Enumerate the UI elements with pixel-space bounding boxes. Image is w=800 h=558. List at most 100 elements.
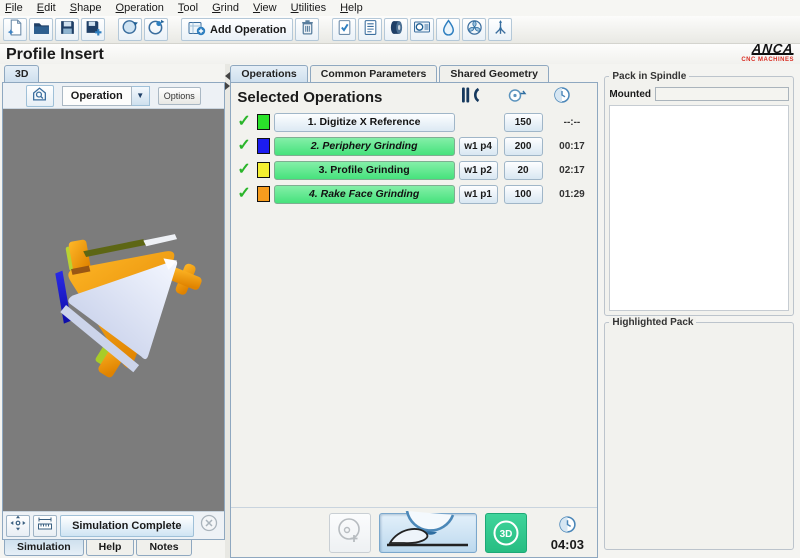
3d-viewport[interactable]	[3, 109, 224, 511]
anca-logo: ANCA CNC MACHINES	[741, 44, 794, 65]
operation-name-button[interactable]: 1. Digitize X Reference	[274, 113, 455, 132]
view-mode-combo[interactable]: Operation ▼	[62, 86, 150, 106]
wheel-side-button[interactable]	[384, 18, 408, 41]
coolant-button[interactable]	[436, 18, 460, 41]
save-as-icon	[85, 19, 102, 41]
3d-view-label: 3D	[500, 529, 513, 540]
operation-color-swatch[interactable]	[257, 186, 270, 202]
open-tool-icon	[33, 19, 50, 41]
options-button[interactable]: Options	[158, 87, 201, 105]
operation-enabled-check[interactable]: ✓	[237, 162, 253, 178]
simulation-progress: Simulation Complete	[60, 515, 194, 537]
ruler-icon	[37, 515, 53, 536]
notes-button[interactable]	[358, 18, 382, 41]
selected-operations-heading: Selected Operations	[237, 89, 461, 106]
pack-in-spindle-title: Pack in Spindle	[609, 71, 689, 82]
measure-button[interactable]	[33, 515, 57, 537]
operation-name-button[interactable]: 3. Profile Grinding	[274, 161, 455, 180]
brand-tagline: CNC MACHINES	[741, 56, 794, 65]
collapse-left-icon[interactable]	[225, 72, 230, 80]
wheel-pack-button[interactable]: w1 p1	[459, 185, 498, 204]
probe-button[interactable]	[488, 18, 512, 41]
highlighted-pack-group: Highlighted Pack	[604, 322, 794, 550]
add-operation-button[interactable]: Add Operation	[181, 18, 293, 41]
operation-time: 02:17	[551, 165, 594, 176]
wheel-view-button[interactable]	[329, 513, 371, 553]
menu-view[interactable]: View	[253, 2, 277, 14]
clock-icon	[558, 521, 577, 538]
menu-utilities[interactable]: Utilities	[291, 2, 326, 14]
simulation-status-text: Simulation Complete	[72, 520, 181, 532]
menu-edit[interactable]: Edit	[37, 2, 56, 14]
wheel-orientation-icon	[147, 18, 165, 41]
operation-row: ✓ 1. Digitize X Reference 150 --:--	[235, 111, 593, 133]
simulation-view-button[interactable]	[379, 513, 477, 553]
speed-button[interactable]: 20	[504, 161, 543, 180]
new-tool-button[interactable]	[3, 18, 27, 41]
notes-icon	[362, 19, 379, 41]
tab-help[interactable]: Help	[86, 540, 135, 556]
tab-shared-geometry[interactable]: Shared Geometry	[439, 65, 549, 82]
insert-3d-render	[3, 109, 224, 511]
delete-operation-icon	[299, 19, 316, 41]
open-tool-button[interactable]	[29, 18, 53, 41]
menu-tool[interactable]: Tool	[178, 2, 198, 14]
operation-name-button[interactable]: 4. Rake Face Grinding	[274, 185, 455, 204]
spindle-pack-list	[609, 105, 789, 311]
probe-icon	[492, 19, 509, 41]
rotate-view-button[interactable]	[118, 18, 142, 41]
tab-common-parameters[interactable]: Common Parameters	[310, 65, 438, 82]
wheel-table-button[interactable]	[410, 18, 434, 41]
3d-view-button[interactable]: 3D	[485, 513, 527, 553]
verify-icon	[336, 19, 353, 41]
home-zoom-icon	[31, 85, 48, 107]
verify-button[interactable]	[332, 18, 356, 41]
menu-shape[interactable]: Shape	[70, 2, 102, 14]
operation-color-swatch[interactable]	[257, 138, 270, 154]
collapse-right-icon[interactable]	[225, 82, 230, 90]
menu-help[interactable]: Help	[340, 2, 363, 14]
add-operation-label: Add Operation	[210, 24, 286, 36]
menu-operation[interactable]: Operation	[116, 2, 164, 14]
close-icon	[200, 514, 218, 537]
save-button[interactable]	[55, 18, 79, 41]
pan-button[interactable]	[6, 515, 30, 537]
operation-enabled-check[interactable]: ✓	[237, 114, 253, 130]
coolant-icon	[440, 19, 457, 41]
speed-button[interactable]: 100	[504, 185, 543, 204]
mounted-field[interactable]	[655, 87, 789, 101]
operation-time: --:--	[551, 117, 594, 128]
home-zoom-button[interactable]	[26, 85, 54, 107]
stop-simulation-button[interactable]	[197, 515, 221, 537]
wheel-pack-button[interactable]: w1 p4	[459, 137, 498, 156]
pack-in-spindle-group: Pack in Spindle Mounted	[604, 76, 794, 316]
menu-file[interactable]: File	[5, 2, 23, 14]
pan-icon	[10, 515, 26, 536]
view-mode-label: Operation	[62, 86, 132, 106]
operation-name-button[interactable]: 2. Periphery Grinding	[274, 137, 455, 156]
operation-color-swatch[interactable]	[257, 114, 270, 130]
operation-enabled-check[interactable]: ✓	[237, 186, 253, 202]
view-toolbar: Operation ▼ Options	[3, 83, 224, 109]
fan-button[interactable]	[462, 18, 486, 41]
save-as-button[interactable]	[81, 18, 105, 41]
tab-operations[interactable]: Operations	[230, 65, 307, 82]
speed-button[interactable]: 150	[504, 113, 543, 132]
mounted-label: Mounted	[609, 89, 651, 100]
operation-row: ✓ 4. Rake Face Grinding w1 p1 100 01:29	[235, 183, 593, 205]
wheel-pack-column-icon	[461, 86, 481, 109]
delete-operation-button[interactable]	[295, 18, 319, 41]
pack-side-panel: Pack in Spindle Mounted Highlighted Pack	[598, 64, 798, 558]
operation-enabled-check[interactable]: ✓	[237, 138, 253, 154]
operations-empty-area	[231, 207, 597, 507]
chevron-down-icon[interactable]: ▼	[132, 86, 150, 106]
tab-3d[interactable]: 3D	[4, 65, 39, 82]
menu-grind[interactable]: Grind	[212, 2, 239, 14]
tab-simulation[interactable]: Simulation	[4, 540, 84, 556]
wheel-pack-button[interactable]: w1 p2	[459, 161, 498, 180]
operation-color-swatch[interactable]	[257, 162, 270, 178]
speed-button[interactable]: 200	[504, 137, 543, 156]
tab-notes[interactable]: Notes	[136, 540, 191, 556]
wheel-orientation-button[interactable]	[144, 18, 168, 41]
operation-row: ✓ 2. Periphery Grinding w1 p4 200 00:17	[235, 135, 593, 157]
